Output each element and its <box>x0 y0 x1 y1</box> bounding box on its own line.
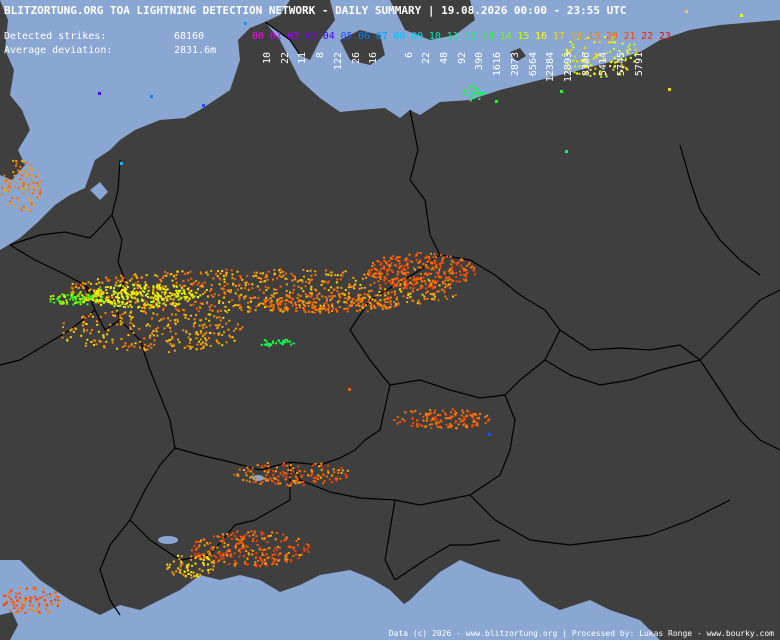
hour-label-11: 11 <box>446 31 459 42</box>
hour-label-09: 09 <box>411 31 424 42</box>
hour-count-04: 122 <box>332 52 344 71</box>
hour-count-17: 12893 <box>562 52 574 83</box>
detected-strikes-value: 68160 <box>174 31 205 42</box>
hour-label-02: 02 <box>287 31 300 42</box>
hour-count-16: 12384 <box>545 52 557 83</box>
hour-label-01: 01 <box>269 31 282 42</box>
hour-label-03: 03 <box>305 31 318 42</box>
map-title: BLITZORTUNG.ORG TOA LIGHTNING DETECTION … <box>4 4 627 17</box>
map-footer-credits: Data (c) 2026 - www.blitzortung.org | Pr… <box>388 629 774 638</box>
hour-count-14: 2873 <box>509 52 521 77</box>
hour-label-00: 00 <box>252 31 265 42</box>
hour-count-21: 5791 <box>633 52 645 77</box>
hour-label-17: 17 <box>552 31 565 42</box>
hour-count-05: 26 <box>350 52 362 65</box>
average-deviation-value: 2831.6m <box>174 45 217 56</box>
hour-label-15: 15 <box>517 31 530 42</box>
hour-count-02: 11 <box>297 52 309 65</box>
lake-constance <box>252 475 264 481</box>
hour-count-19: 5414 <box>598 52 610 77</box>
hour-count-00: 10 <box>262 52 273 65</box>
hour-label-13: 13 <box>481 31 494 42</box>
hour-count-01: 22 <box>279 52 291 65</box>
hour-count-03: 8 <box>315 52 327 59</box>
hour-count-20: 5745 <box>616 52 627 77</box>
hour-label-23: 23 <box>658 31 671 42</box>
hour-label-21: 21 <box>623 31 636 42</box>
hourly-strike-counts: 10 22 11 8 122 26 16 6 22 48 92 390 1616 2873 6564 1238… <box>262 52 682 92</box>
hour-label-06: 06 <box>358 31 371 42</box>
hour-label-07: 07 <box>375 31 388 42</box>
lightning-map: BLITZORTUNG.ORG TOA LIGHTNING DETECTION … <box>0 0 780 640</box>
hour-count-06: 16 <box>368 52 380 65</box>
hour-label-14: 14 <box>499 31 512 42</box>
average-deviation-label: Average deviation: <box>4 45 113 56</box>
hour-label-05: 05 <box>340 31 353 42</box>
hour-count-08: 6 <box>403 52 415 59</box>
map-canvas <box>0 0 780 640</box>
hour-label-12: 12 <box>464 31 477 42</box>
hour-label-18: 18 <box>570 31 583 42</box>
lake-geneva <box>158 536 178 544</box>
hour-count-11: 92 <box>456 52 468 65</box>
hour-count-09: 22 <box>421 52 433 65</box>
hour-label-08: 08 <box>393 31 406 42</box>
hour-label-22: 22 <box>641 31 654 42</box>
hour-label-04: 04 <box>322 31 335 42</box>
hour-label-10: 10 <box>428 31 441 42</box>
hour-label-20: 20 <box>605 31 618 42</box>
hour-count-12: 390 <box>474 52 486 71</box>
hour-count-18: 8346 <box>580 52 592 77</box>
hour-count-10: 48 <box>439 52 450 65</box>
hour-count-13: 1616 <box>492 52 504 77</box>
hour-legend: 00 01 02 03 04 05 06 07 08 09 10 11 12 13 14 15 16 17 18 19… <box>252 31 677 42</box>
hour-label-16: 16 <box>535 31 548 42</box>
hour-count-15: 6564 <box>527 52 539 77</box>
hour-label-19: 19 <box>588 31 601 42</box>
detected-strikes-label: Detected strikes: <box>4 31 107 42</box>
